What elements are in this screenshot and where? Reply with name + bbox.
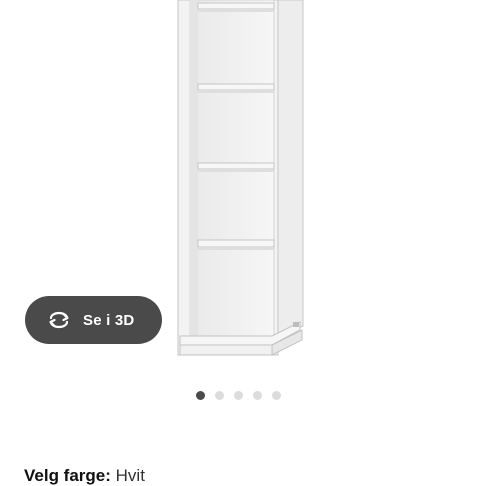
carousel-dot-5[interactable] [272, 391, 281, 400]
color-label: Velg farge: [24, 466, 111, 485]
view-in-3d-label: Se i 3D [83, 311, 135, 329]
carousel-dot-2[interactable] [215, 391, 224, 400]
color-value: Hvit [115, 466, 145, 485]
carousel-dot-1[interactable] [196, 391, 205, 400]
color-selector-row[interactable]: Velg farge: Hvit [24, 466, 145, 486]
rotate-3d-icon [49, 311, 69, 329]
image-carousel-dots [196, 391, 281, 400]
carousel-dot-3[interactable] [234, 391, 243, 400]
view-in-3d-button[interactable]: Se i 3D [25, 296, 162, 344]
carousel-dot-4[interactable] [253, 391, 262, 400]
